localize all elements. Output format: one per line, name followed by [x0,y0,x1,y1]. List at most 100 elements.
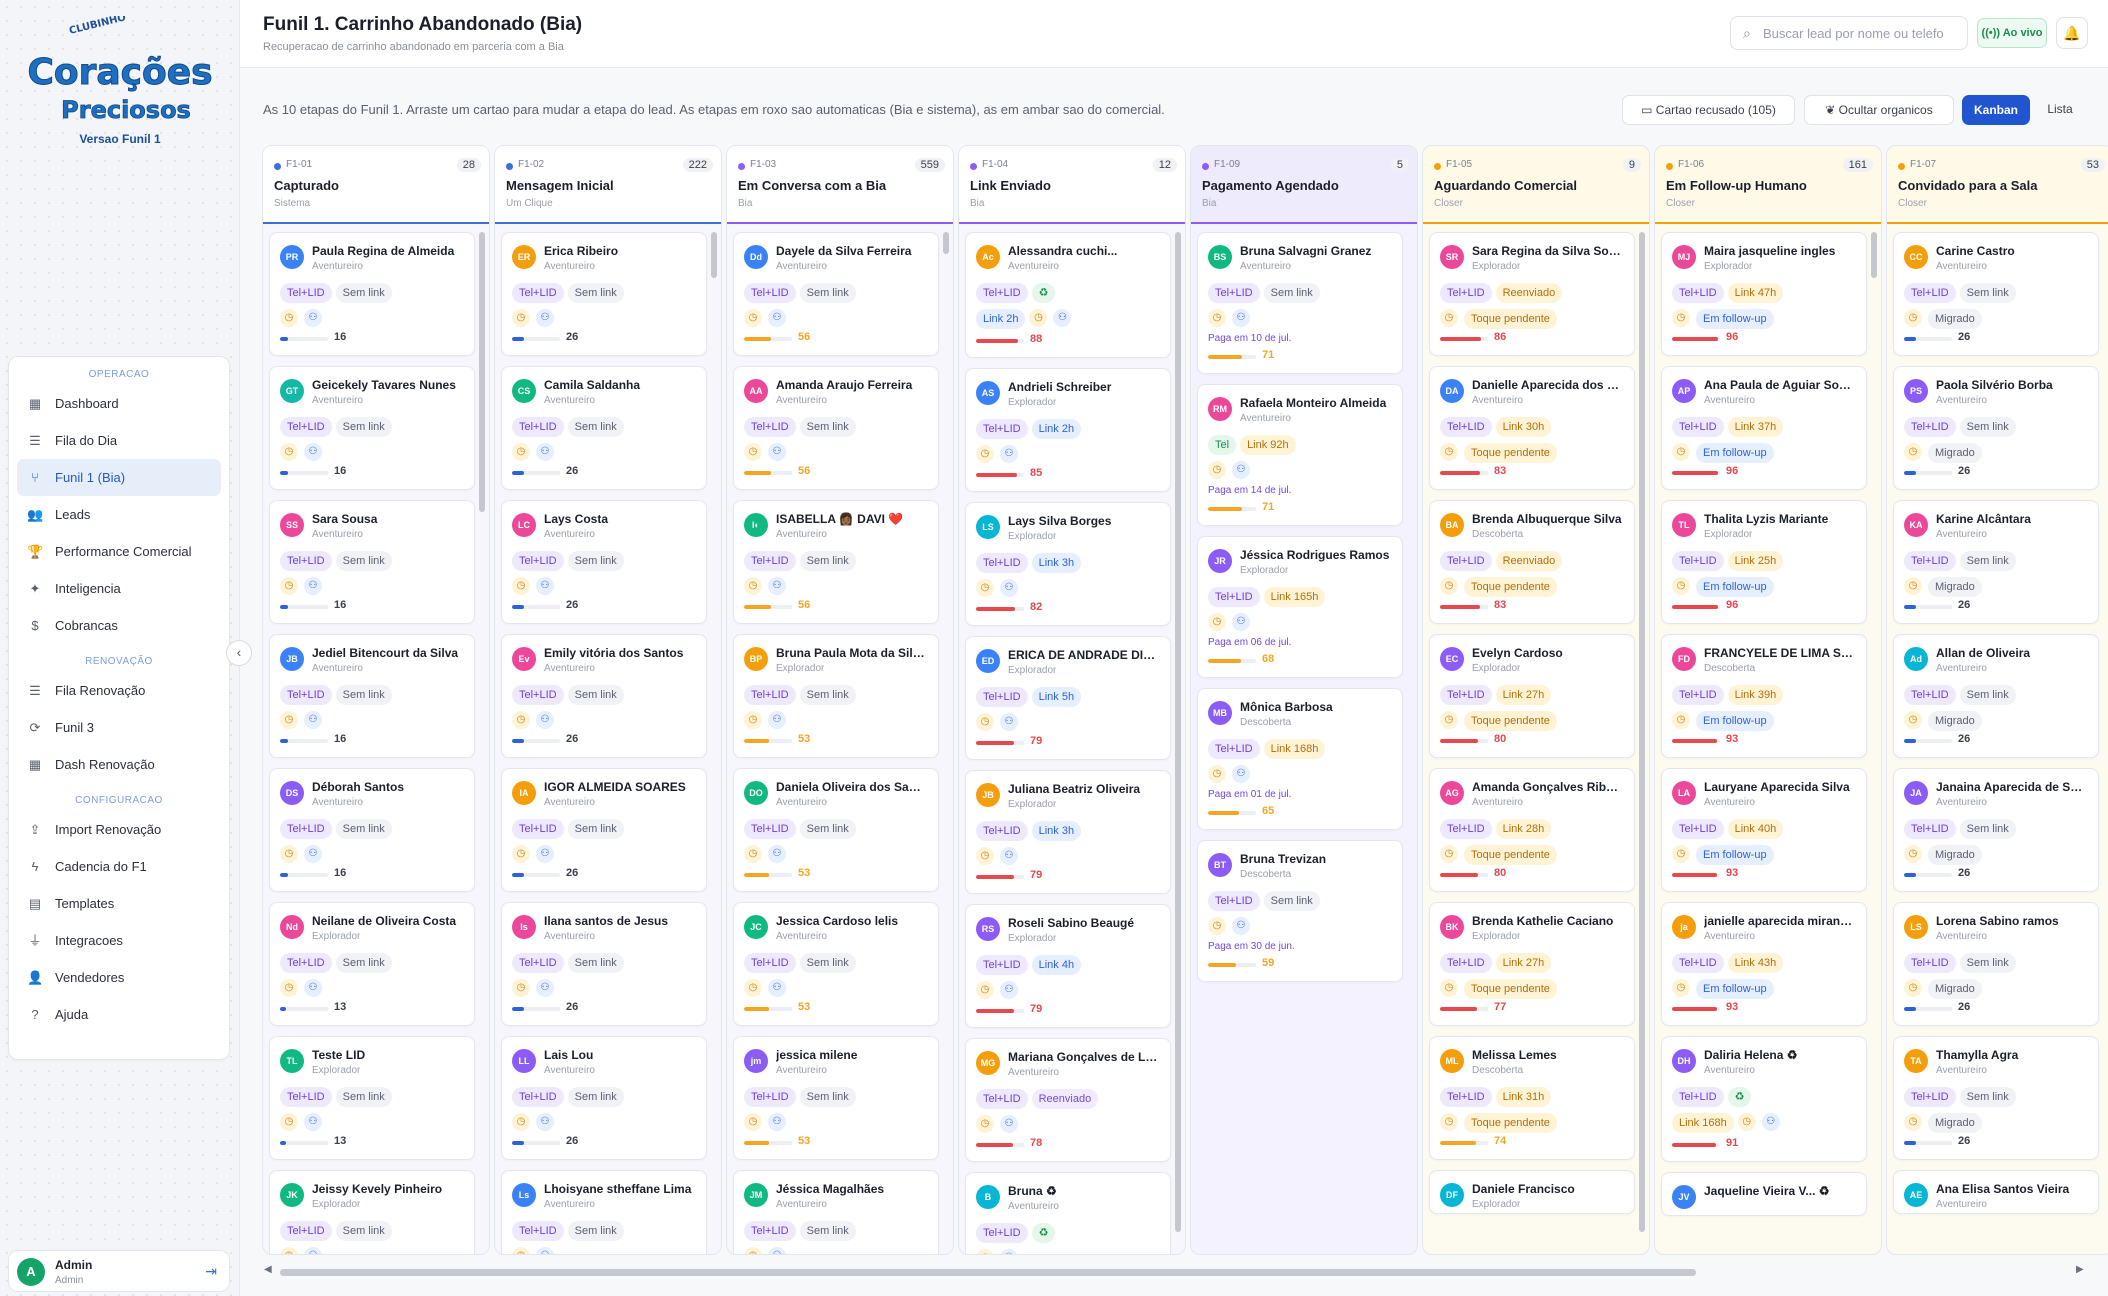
lead-card[interactable]: EC Evelyn Cardoso Explorador Tel+LID Link 27… [1429,634,1635,758]
lead-card[interactable]: TL Thalita Lyzis Mariante Explorador Tel+LI… [1661,500,1867,624]
scroll-left-icon[interactable]: ◀ [264,1264,272,1275]
lead-card[interactable]: BBruna ♻AventureiroTel+LID♻◷⚇ [965,1172,1171,1254]
sidebar-item-import-renova-o[interactable]: ⇪ Import Renovação [17,811,221,848]
sidebar-item-inteligencia[interactable]: ✦ Inteligencia [17,570,221,607]
sidebar-item-templates[interactable]: ▤ Templates [17,885,221,922]
lead-card[interactable]: PS Paola Silvério Borba Aventureiro Tel+LID… [1893,366,2099,490]
lead-card[interactable]: Nd Neilane de Oliveira Costa Explorador Tel… [269,902,475,1026]
lead-card[interactable]: Ev Emily vitória dos Santos Aventureiro Tel… [501,634,707,758]
lead-card[interactable]: CC Carine Castro Aventureiro Tel+LID Sem lin… [1893,232,2099,356]
column-header[interactable]: F1-09 5 Pagamento Agendado Bia [1191,146,1417,224]
lead-card[interactable]: LC Lays Costa Aventureiro Tel+LID Sem link ◷ ⚇… [501,500,707,624]
column-scrollbar[interactable] [711,232,717,1242]
lead-card[interactable]: AP Ana Paula de Aguiar Souza Aventureiro Te… [1661,366,1867,490]
lead-card[interactable]: JB Juliana Beatriz Oliveira Explorador Tel+… [965,770,1171,894]
lead-card[interactable]: LS Lays Silva Borges Explorador Tel+LID Link… [965,502,1171,626]
lead-card[interactable]: Is Ilana santos de Jesus Aventureiro Tel+LI… [501,902,707,1026]
lead-card[interactable]: BA Brenda Albuquerque Silva Descoberta Tel+… [1429,500,1635,624]
lead-card[interactable]: DH Daliria Helena ♻ Aventureiro Tel+LID ♻ Lin… [1661,1036,1867,1162]
collapse-sidebar-button[interactable]: ‹ [226,640,252,666]
scrollbar-thumb[interactable] [479,232,485,512]
sidebar-item-funil-1-bia[interactable]: ⑂ Funil 1 (Bia) [17,459,221,496]
lead-card[interactable]: Ac Alessandra cuchi... Aventureiro Tel+LID ♻… [965,232,1171,358]
lead-card[interactable]: RM Rafaela Monteiro Almeida Aventureiro Tel… [1197,384,1403,526]
lead-card[interactable]: ER Erica Ribeiro Aventureiro Tel+LID Sem lin… [501,232,707,356]
column-header[interactable]: F1-03 559 Em Conversa com a Bia Bia [727,146,953,224]
lead-card[interactable]: FD FRANCYELE DE LIMA SOUZA Descoberta Tel+L… [1661,634,1867,758]
lead-card[interactable]: MJ Maira jasqueline ingles Explorador Tel+L… [1661,232,1867,356]
lead-card[interactable]: JM Jéssica Magalhães Aventureiro Tel+LID Sem… [733,1170,939,1254]
lead-card[interactable]: JV Jaqueline Vieira V... ♻ [1661,1172,1867,1216]
lead-card[interactable]: ED ERICA DE ANDRADE DIAS Explorador Tel+LID… [965,636,1171,760]
lead-card[interactable]: BS Bruna Salvagni Granez Aventureiro Tel+LI… [1197,232,1403,374]
lead-card[interactable]: SS Sara Sousa Aventureiro Tel+LID Sem link ◷ ⚇… [269,500,475,624]
lead-card[interactable]: AA Amanda Araujo Ferreira Aventureiro Tel+L… [733,366,939,490]
lead-card[interactable]: LA Lauryane Aparecida Silva Aventureiro Tel… [1661,768,1867,892]
live-status-badge[interactable]: ((•)) Ao vivo [1977,18,2047,48]
user-card[interactable]: A Admin Admin ⇥ [8,1250,230,1292]
lead-card[interactable]: AG Amanda Gonçalves Ribeiro Aventureiro Tel… [1429,768,1635,892]
lead-card[interactable]: IA IGOR ALMEIDA SOARES Aventureiro Tel+LID S… [501,768,707,892]
list-view-button[interactable]: Lista [2033,95,2087,125]
lead-card[interactable]: JR Jéssica Rodrigues Ramos Explorador Tel+L… [1197,536,1403,678]
lead-card[interactable]: BP Bruna Paula Mota da Silva Explorador Tel… [733,634,939,758]
column-header[interactable]: F1-07 53 Convidado para a Sala Closer [1887,146,2108,224]
logout-icon[interactable]: ⇥ [205,1263,217,1280]
lead-card[interactable]: Ad Allan de Oliveira Aventureiro Tel+LID Sem… [1893,634,2099,758]
column-scrollbar[interactable] [943,232,949,1242]
lead-card[interactable]: PR Paula Regina de Almeida Aventureiro Tel+… [269,232,475,356]
sidebar-item-ajuda[interactable]: ? Ajuda [17,996,221,1033]
column-scrollbar[interactable] [1175,232,1181,1242]
lead-card[interactable]: TL Teste LID Explorador Tel+LID Sem link ◷ ⚇ 13 [269,1036,475,1160]
sidebar-item-cadencia-do-f1[interactable]: ϟ Cadencia do F1 [17,848,221,885]
lead-card[interactable]: ja janielle aparecida miranda Aventureiro T… [1661,902,1867,1026]
column-scrollbar[interactable] [1871,232,1877,1242]
sidebar-item-dashboard[interactable]: ▦ Dashboard [17,385,221,422]
column-header[interactable]: F1-01 28 Capturado Sistema [263,146,489,224]
ocultar-organicos-button[interactable]: ❦ Ocultar organicos [1804,95,1954,125]
sidebar-item-fila-renova-o[interactable]: ☰ Fila Renovação [17,672,221,709]
scrollbar-thumb[interactable] [1639,232,1645,1232]
lead-card[interactable]: JC Jessica Cardoso lelis Aventureiro Tel+LI… [733,902,939,1026]
lead-card[interactable]: CS Camila Saldanha Aventureiro Tel+LID Sem l… [501,366,707,490]
lead-card[interactable]: JA Janaina Aparecida de Souza Aventureiro T… [1893,768,2099,892]
lead-card[interactable]: DS Déborah Santos Aventureiro Tel+LID Sem li… [269,768,475,892]
kanban-view-button[interactable]: Kanban [1962,95,2030,125]
scrollbar-thumb[interactable] [943,232,949,254]
scrollbar-thumb[interactable] [711,232,717,278]
sidebar-item-dash-renova-o[interactable]: ▦ Dash Renovação [17,746,221,783]
lead-card[interactable]: jm jessica milene Aventureiro Tel+LID Sem li… [733,1036,939,1160]
lead-card[interactable]: AS Andrieli Schreiber Explorador Tel+LID Lin… [965,368,1171,492]
sidebar-item-vendedores[interactable]: 👤 Vendedores [17,959,221,996]
bell-icon[interactable]: 🔔 [2056,17,2088,49]
lead-card[interactable]: KA Karine Alcântara Aventureiro Tel+LID Sem … [1893,500,2099,624]
column-header[interactable]: F1-04 12 Link Enviado Bia [959,146,1185,224]
cartao-recusado-button[interactable]: ▭ Cartao recusado (105) [1622,95,1795,125]
sidebar-item-funil-3[interactable]: ⟳ Funil 3 [17,709,221,746]
lead-card[interactable]: BT Bruna Trevizan Descoberta Tel+LID Sem lin… [1197,840,1403,982]
lead-card[interactable]: GT Geicekely Tavares Nunes Aventureiro Tel+… [269,366,475,490]
lead-card[interactable]: I◐ ISABELLA 👩🏾 DAVI ❤️ Aventureiro Tel+LID S… [733,500,939,624]
lead-card[interactable]: Ls Lhoisyane stheffane Lima Aventureiro Tel… [501,1170,707,1254]
board-horizontal-scrollbar[interactable]: ◀ ▶ [264,1264,2090,1278]
lead-card[interactable]: DF Daniele Francisco Explorador [1429,1170,1635,1214]
column-scrollbar[interactable] [2103,232,2108,1242]
column-scrollbar[interactable] [479,232,485,1242]
lead-card[interactable]: AE Ana Elisa Santos Vieira Aventureiro [1893,1170,2099,1214]
sidebar-item-cobrancas[interactable]: $ Cobrancas [17,607,221,644]
lead-card[interactable]: DO Daniela Oliveira dos Santos Aventureiro… [733,768,939,892]
column-header[interactable]: F1-06 161 Em Follow-up Humano Closer [1655,146,1881,224]
lead-card[interactable]: DA Danielle Aparecida dos Santos Aventurei… [1429,366,1635,490]
column-scrollbar[interactable] [1407,232,1413,1242]
column-header[interactable]: F1-05 9 Aguardando Comercial Closer [1423,146,1649,224]
lead-card[interactable]: MG Mariana Gonçalves de Lima Aventureiro Te… [965,1038,1171,1162]
search-box[interactable]: ⌕ [1730,16,1968,50]
lead-card[interactable]: JB Jediel Bitencourt da Silva Aventureiro T… [269,634,475,758]
sidebar-item-performance-comercial[interactable]: 🏆 Performance Comercial [17,533,221,570]
column-scrollbar[interactable] [1639,232,1645,1242]
lead-card[interactable]: MB Mônica Barbosa Descoberta Tel+LID Link 16… [1197,688,1403,830]
scrollbar-thumb[interactable] [1175,232,1181,1232]
lead-card[interactable]: Dd Dayele da Silva Ferreira Aventureiro Tel… [733,232,939,356]
lead-card[interactable]: SR Sara Regina da Silva Souza Explorador Te… [1429,232,1635,356]
scrollbar-thumb[interactable] [1871,232,1877,278]
